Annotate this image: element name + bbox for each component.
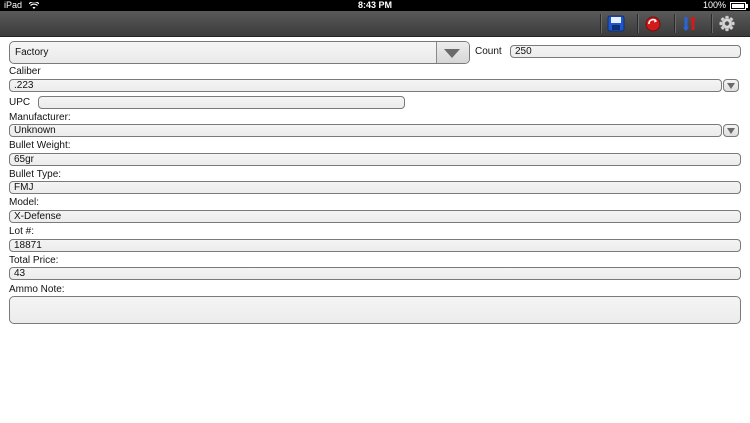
chevron-down-icon (436, 42, 469, 63)
status-time: 8:43 PM (357, 0, 392, 10)
total-price-field[interactable]: 43 (9, 267, 741, 280)
sort-icon (683, 16, 696, 31)
count-field[interactable]: 250 (510, 45, 741, 58)
manufacturer-label: Manufacturer: (9, 112, 71, 123)
bullet-weight-label: Bullet Weight: (9, 140, 71, 151)
sort-button[interactable] (674, 12, 706, 35)
total-price-label: Total Price: (9, 255, 59, 266)
ammo-type-dropdown[interactable]: Factory (9, 41, 470, 64)
upc-field[interactable] (38, 96, 405, 109)
battery-percent: 100% (702, 0, 726, 10)
manufacturer-dropdown-button[interactable] (723, 124, 739, 137)
refresh-button[interactable] (637, 12, 669, 35)
bullet-weight-field[interactable]: 65gr (9, 153, 741, 166)
upc-label: UPC (9, 97, 31, 108)
battery-icon (730, 1, 748, 10)
save-button[interactable] (600, 12, 632, 35)
save-icon (607, 15, 625, 32)
bullet-type-field[interactable]: FMJ (9, 181, 741, 194)
status-right: 100% (702, 0, 748, 11)
lot-field[interactable]: 18871 (9, 239, 741, 252)
model-field[interactable]: X-Defense (9, 210, 741, 223)
caliber-dropdown-button[interactable] (723, 79, 739, 92)
manufacturer-field[interactable]: Unknown (9, 124, 722, 137)
caliber-field[interactable]: .223 (9, 79, 722, 92)
gear-icon (719, 15, 735, 32)
ammo-note-textarea[interactable] (9, 296, 741, 324)
model-label: Model: (9, 197, 40, 208)
refresh-icon (645, 16, 661, 32)
count-label: Count (475, 46, 502, 57)
bullet-type-label: Bullet Type: (9, 169, 62, 180)
settings-button[interactable] (711, 12, 743, 35)
toolbar (0, 11, 750, 37)
status-bar: iPad 8:43 PM 100% (0, 0, 750, 11)
ammo-type-value: Factory (15, 47, 49, 58)
lot-label: Lot #: (9, 226, 35, 237)
caliber-label: Caliber (9, 66, 41, 77)
ammo-note-label: Ammo Note: (9, 284, 65, 295)
